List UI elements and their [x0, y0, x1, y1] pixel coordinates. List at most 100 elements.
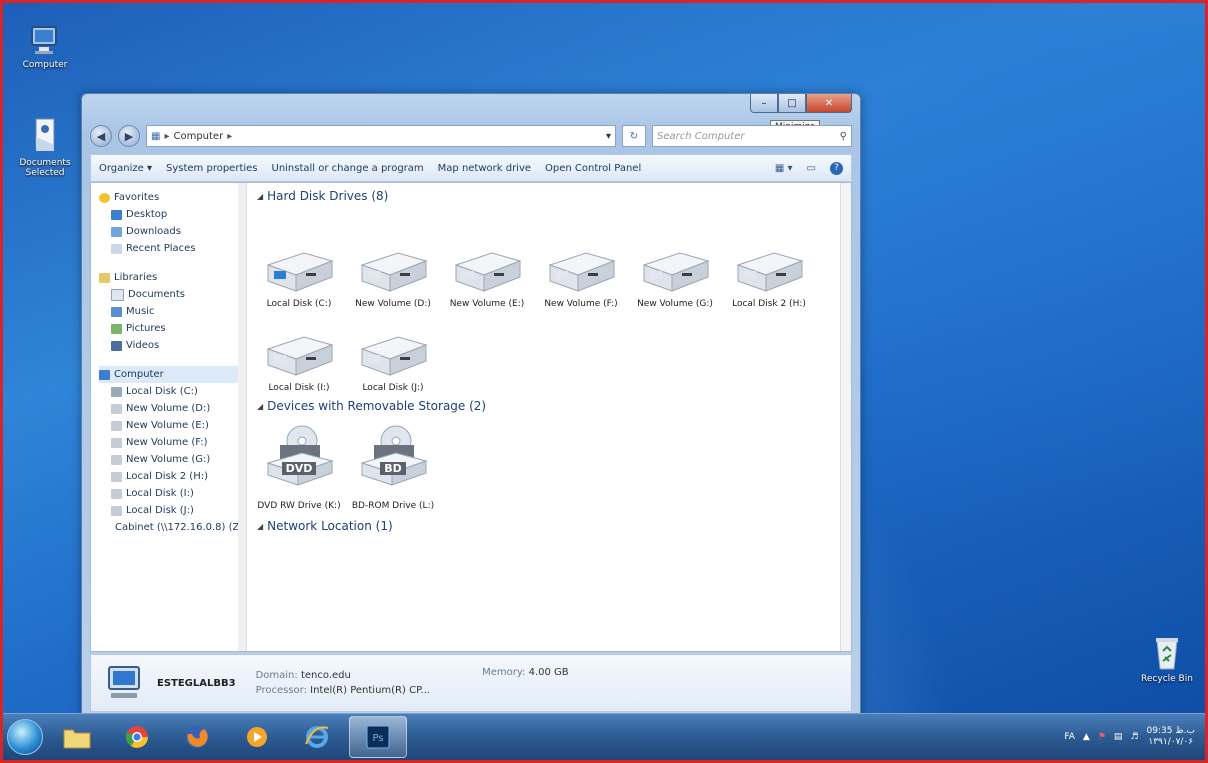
- nav-downloads[interactable]: Downloads: [99, 223, 246, 240]
- preview-pane-icon[interactable]: ▭: [807, 163, 816, 174]
- drive-icon: [111, 505, 122, 516]
- back-arrow-icon: ◀: [96, 129, 106, 143]
- section-network-location[interactable]: ◢ Network Location (1): [257, 519, 841, 533]
- taskbar-explorer-button[interactable]: [49, 717, 105, 757]
- uninstall-program-button[interactable]: Uninstall or change a program: [272, 163, 424, 174]
- nav-computer[interactable]: Computer: [99, 366, 246, 383]
- show-hidden-icons-icon[interactable]: ▲: [1083, 732, 1090, 742]
- drive-item[interactable]: Local Disk 2 (H:): [727, 247, 811, 309]
- minimize-button[interactable]: –: [750, 94, 778, 113]
- chevron-down-icon[interactable]: ▾: [606, 131, 611, 142]
- drive-item[interactable]: New Volume (G:): [633, 247, 717, 309]
- drive-item[interactable]: New Volume (D:): [351, 247, 435, 309]
- nav-drive-e[interactable]: New Volume (E:): [99, 417, 246, 434]
- refresh-button[interactable]: ↻: [622, 125, 646, 147]
- nav-drive-g[interactable]: New Volume (G:): [99, 451, 246, 468]
- section-removable-storage[interactable]: ◢ Devices with Removable Storage (2): [257, 399, 841, 413]
- desktop-icon-recycle-bin[interactable]: Recycle Bin: [1131, 635, 1203, 684]
- search-input[interactable]: Search Computer ⚲: [652, 125, 852, 147]
- nav-videos[interactable]: Videos: [99, 337, 246, 354]
- drives-row-2: Local Disk (I:) Local Disk (J:): [257, 331, 841, 393]
- drive-item[interactable]: Local Disk (I:): [257, 331, 341, 393]
- drive-item[interactable]: Local Disk (C:): [257, 247, 341, 309]
- drive-icon: [111, 403, 122, 414]
- hard-drive-icon: [360, 252, 428, 292]
- computer-icon: [99, 369, 110, 380]
- taskbar-firefox-button[interactable]: [169, 717, 225, 757]
- taskbar-chrome-button[interactable]: [109, 717, 165, 757]
- nav-drive-i[interactable]: Local Disk (I:): [99, 485, 246, 502]
- maximize-button[interactable]: □: [778, 94, 806, 113]
- drive-label: Local Disk (I:): [268, 383, 330, 393]
- nav-drive-j[interactable]: Local Disk (J:): [99, 502, 246, 519]
- organize-button[interactable]: Organize ▾: [99, 163, 152, 174]
- address-bar[interactable]: ▦ ▸ Computer ▸ ▾: [146, 125, 616, 147]
- internet-explorer-icon: [305, 726, 329, 748]
- section-label: Hard Disk Drives (8): [267, 189, 389, 203]
- section-hard-disk-drives[interactable]: ◢ Hard Disk Drives (8): [257, 189, 841, 203]
- desktop-icon-computer[interactable]: Computer: [9, 23, 81, 70]
- map-network-drive-button[interactable]: Map network drive: [438, 163, 531, 174]
- clock[interactable]: 09:35 ب.ظ ۱۳۹۱/۰۷/۰۶: [1147, 726, 1195, 748]
- nav-label: Computer: [114, 369, 164, 380]
- desktop-icon-documents[interactable]: Documents Selected: [9, 115, 81, 178]
- nav-music[interactable]: Music: [99, 303, 246, 320]
- drive-item[interactable]: Local Disk (J:): [351, 331, 435, 393]
- chevron-right-icon: ▸: [164, 130, 170, 142]
- system-properties-button[interactable]: System properties: [166, 163, 258, 174]
- start-button[interactable]: [3, 715, 47, 759]
- nav-group-libraries: Libraries Documents Music Pictures Video…: [99, 269, 246, 354]
- nav-label: Local Disk (I:): [126, 488, 194, 499]
- back-button[interactable]: ◀: [90, 125, 112, 147]
- nav-drive-h[interactable]: Local Disk 2 (H:): [99, 468, 246, 485]
- nav-drive-c[interactable]: Local Disk (C:): [99, 383, 246, 400]
- domain-value: tenco.edu: [300, 670, 351, 681]
- view-options-icon[interactable]: ▦ ▾: [775, 163, 793, 174]
- nav-drive-d[interactable]: New Volume (D:): [99, 400, 246, 417]
- network-icon[interactable]: ▤: [1114, 732, 1123, 742]
- close-button[interactable]: ✕: [806, 94, 852, 113]
- nav-label: New Volume (D:): [126, 403, 211, 414]
- optical-drive-icon: [266, 425, 334, 486]
- processor-value: Intel(R) Pentium(R) CP...: [310, 685, 431, 696]
- optical-drive-icon: [360, 425, 428, 486]
- nav-network-drive-z[interactable]: Cabinet (\\172.16.0.8) (Z:): [99, 519, 246, 536]
- drive-icon: [111, 437, 122, 448]
- volume-icon[interactable]: ♬: [1130, 732, 1138, 742]
- system-tray: FA ▲ ⚑ ▤ ♬ 09:35 ب.ظ ۱۳۹۱/۰۷/۰۶: [1064, 726, 1205, 748]
- nav-favorites[interactable]: Favorites: [99, 189, 246, 206]
- nav-drive-f[interactable]: New Volume (F:): [99, 434, 246, 451]
- computer-name: ESTEGLALBB3: [157, 677, 236, 689]
- taskbar-ie-button[interactable]: [289, 717, 345, 757]
- taskbar-media-player-button[interactable]: [229, 717, 285, 757]
- drive-item[interactable]: New Volume (F:): [539, 247, 623, 309]
- minimize-icon: –: [761, 97, 767, 109]
- drive-label: Local Disk (C:): [266, 299, 332, 309]
- navigation-pane-scrollbar[interactable]: [238, 183, 246, 651]
- nav-label: Pictures: [126, 323, 166, 334]
- forward-arrow-icon: ▶: [124, 129, 134, 143]
- language-indicator[interactable]: FA: [1064, 732, 1075, 742]
- drive-label: Local Disk 2 (H:): [732, 299, 806, 309]
- memory-label: Memory:: [482, 667, 526, 678]
- nav-label: Libraries: [114, 272, 158, 283]
- nav-label: Cabinet (\\172.16.0.8) (Z:): [115, 522, 247, 533]
- file-list-scrollbar[interactable]: [840, 183, 851, 651]
- chevron-right-icon: ▸: [227, 130, 233, 142]
- open-control-panel-button[interactable]: Open Control Panel: [545, 163, 641, 174]
- optical-drive-item[interactable]: DVD DVD RW Drive (K:): [257, 423, 341, 511]
- drive-item[interactable]: New Volume (E:): [445, 247, 529, 309]
- forward-button[interactable]: ▶: [118, 125, 140, 147]
- nav-recent-places[interactable]: Recent Places: [99, 240, 246, 257]
- optical-media-badge: BD: [380, 462, 406, 475]
- maximize-icon: □: [787, 97, 797, 109]
- computer-small-icon: ▦: [151, 130, 161, 142]
- taskbar-photoshop-button[interactable]: Ps: [349, 716, 407, 758]
- nav-pictures[interactable]: Pictures: [99, 320, 246, 337]
- optical-drive-item[interactable]: BD BD-ROM Drive (L:): [351, 423, 435, 511]
- nav-libraries[interactable]: Libraries: [99, 269, 246, 286]
- action-center-flag-icon[interactable]: ⚑: [1098, 732, 1106, 742]
- nav-documents[interactable]: Documents: [99, 286, 246, 303]
- nav-desktop[interactable]: Desktop: [99, 206, 246, 223]
- help-icon[interactable]: ?: [830, 161, 843, 175]
